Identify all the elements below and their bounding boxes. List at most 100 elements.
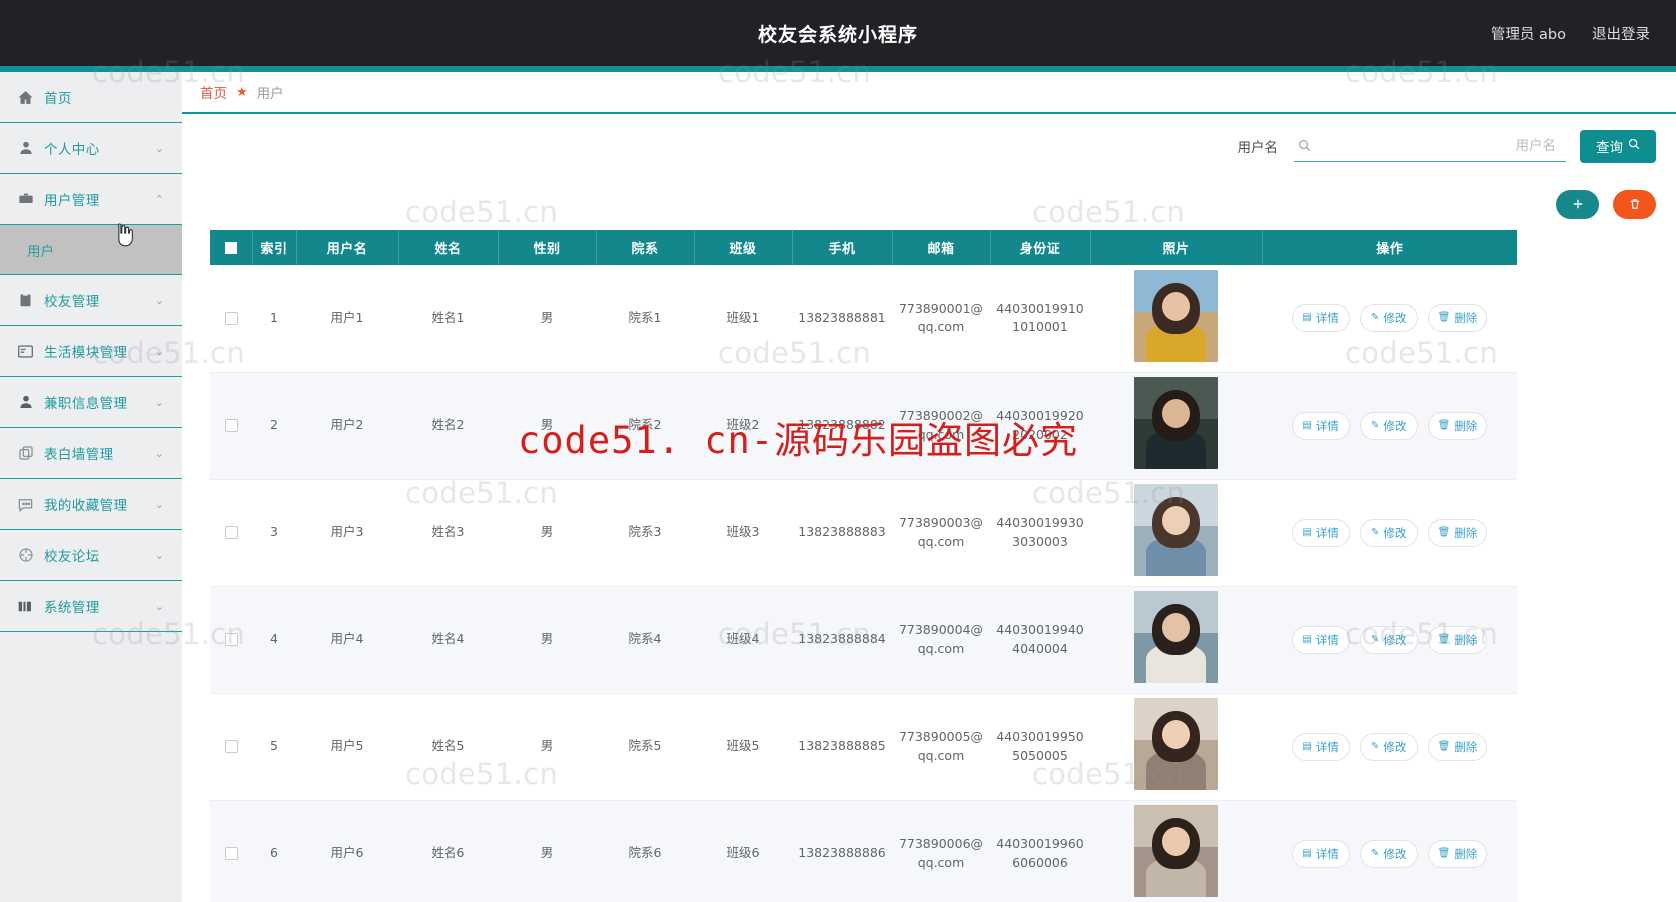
cell-gender: 男 <box>498 265 596 373</box>
edit-button[interactable]: ✎ 修改 <box>1359 304 1418 333</box>
sidebar-item-my-favorites-management[interactable]: 我的收藏管理 ⌄ <box>0 479 182 530</box>
user-photo <box>1134 697 1218 790</box>
search-icon <box>1298 139 1311 152</box>
row-checkbox[interactable] <box>224 526 238 540</box>
select-all-checkbox[interactable] <box>224 241 237 254</box>
comment-icon <box>16 495 35 514</box>
cell-phone: 13823888883 <box>792 479 892 587</box>
edit-button[interactable]: ✎ 修改 <box>1359 732 1418 761</box>
cell-class: 班级1 <box>694 265 792 373</box>
delete-button[interactable]: 🗑 删除 <box>1427 411 1488 440</box>
detail-button[interactable]: ▤ 详情 <box>1291 304 1350 333</box>
sidebar-item-life-module-management[interactable]: 生活模块管理 ⌄ <box>0 326 182 377</box>
row-checkbox[interactable] <box>224 312 238 326</box>
cell-operations: ▤ 详情 ✎ 修改 🗑 删除 <box>1262 372 1517 480</box>
sidebar-item-alumni-management[interactable]: 校友管理 ⌄ <box>0 275 182 326</box>
sidebar-item-alumni-forum[interactable]: 校友论坛 ⌄ <box>0 530 182 581</box>
sidebar-item-user-management[interactable]: 用户管理 ⌃ <box>0 174 182 225</box>
search-input[interactable] <box>1311 137 1566 154</box>
column-select-all[interactable] <box>210 230 253 265</box>
sidebar-item-personal-center[interactable]: 个人中心 ⌄ <box>0 123 182 174</box>
cell-select[interactable] <box>210 372 252 480</box>
search-icon <box>1628 138 1640 154</box>
cell-department: 院系6 <box>596 800 694 902</box>
cell-select[interactable] <box>210 693 252 801</box>
cell-name: 姓名4 <box>398 586 498 694</box>
delete-button[interactable]: 🗑 删除 <box>1427 304 1488 333</box>
cell-photo <box>1090 693 1262 801</box>
edit-button[interactable]: ✎ 修改 <box>1359 411 1418 440</box>
sidebar-item-label: 校友管理 <box>44 294 100 310</box>
teal-divider <box>0 66 1676 72</box>
sidebar-item-parttime-info-management[interactable]: 兼职信息管理 ⌄ <box>0 377 182 428</box>
cell-email: 773890006@qq.com <box>892 800 990 902</box>
row-checkbox[interactable] <box>224 419 238 433</box>
sidebar-item-label: 首页 <box>44 91 72 107</box>
cell-select[interactable] <box>210 479 252 587</box>
delete-button[interactable]: 🗑 删除 <box>1427 625 1488 654</box>
detail-button[interactable]: ▤ 详情 <box>1291 732 1350 761</box>
document-icon: ▤ <box>1302 633 1312 645</box>
cell-email: 773890001@qq.com <box>892 265 990 373</box>
cell-index: 2 <box>252 372 296 480</box>
cell-operations: ▤ 详情 ✎ 修改 🗑 删除 <box>1262 265 1517 373</box>
batch-delete-button[interactable] <box>1613 189 1656 219</box>
cell-index: 4 <box>252 586 296 694</box>
pencil-icon: ✎ <box>1370 526 1380 538</box>
cell-email: 773890004@qq.com <box>892 586 990 694</box>
cell-select[interactable] <box>210 265 252 373</box>
clipboard-icon <box>16 291 35 310</box>
detail-button[interactable]: ▤ 详情 <box>1291 625 1350 654</box>
sliders-icon <box>16 597 35 616</box>
row-checkbox[interactable] <box>224 740 238 754</box>
cell-username: 用户6 <box>296 800 398 902</box>
cell-operations: ▤ 详情 ✎ 修改 🗑 删除 <box>1262 693 1517 801</box>
pencil-icon: ✎ <box>1370 419 1380 431</box>
cell-idcard: 440300199404040004 <box>990 586 1090 694</box>
edit-button[interactable]: ✎ 修改 <box>1359 625 1418 654</box>
cell-index: 5 <box>252 693 296 801</box>
cell-username: 用户1 <box>296 265 398 373</box>
detail-button[interactable]: ▤ 详情 <box>1291 518 1350 547</box>
user-photo <box>1134 590 1218 683</box>
sidebar-subitem-users[interactable]: 用户 <box>0 225 182 275</box>
detail-button[interactable]: ▤ 详情 <box>1291 411 1350 440</box>
search-box[interactable] <box>1294 130 1566 162</box>
sidebar-item-system-management[interactable]: 系统管理 ⌄ <box>0 581 182 632</box>
compass-icon <box>16 546 35 565</box>
sidebar-item-home[interactable]: 首页 <box>0 72 182 123</box>
detail-button[interactable]: ▤ 详情 <box>1291 839 1350 868</box>
edit-button[interactable]: ✎ 修改 <box>1359 839 1418 868</box>
cell-select[interactable] <box>210 586 252 694</box>
cell-name: 姓名3 <box>398 479 498 587</box>
add-button[interactable] <box>1556 189 1599 219</box>
cell-name: 姓名6 <box>398 800 498 902</box>
cell-gender: 男 <box>498 372 596 480</box>
chevron-down-icon: ⌄ <box>154 446 164 460</box>
row-checkbox[interactable] <box>224 847 238 861</box>
cell-department: 院系5 <box>596 693 694 801</box>
envelope-icon <box>16 342 35 361</box>
edit-button[interactable]: ✎ 修改 <box>1359 518 1418 547</box>
delete-button[interactable]: 🗑 删除 <box>1427 518 1488 547</box>
cell-gender: 男 <box>498 479 596 587</box>
cell-username: 用户2 <box>296 372 398 480</box>
sidebar-item-confession-wall-management[interactable]: 表白墙管理 ⌄ <box>0 428 182 479</box>
query-button[interactable]: 查询 <box>1580 129 1656 163</box>
cell-index: 6 <box>252 800 296 902</box>
cell-class: 班级6 <box>694 800 792 902</box>
sidebar-subitem-label: 用户 <box>27 243 54 260</box>
delete-button[interactable]: 🗑 删除 <box>1427 839 1488 868</box>
trash-icon: 🗑 <box>1437 847 1451 859</box>
breadcrumb-home-link[interactable]: 首页 <box>200 82 227 102</box>
search-label: 用户名 <box>1237 140 1279 156</box>
users-table-body: 1 用户1 姓名1 男院系1 班级1 13823888881 773890001@qq.co… <box>210 265 1517 902</box>
cell-select[interactable] <box>210 800 252 902</box>
cell-index: 1 <box>252 265 296 373</box>
cell-phone: 13823888885 <box>792 693 892 801</box>
cell-phone: 13823888884 <box>792 586 892 694</box>
cell-name: 姓名2 <box>398 372 498 480</box>
delete-button[interactable]: 🗑 删除 <box>1427 732 1488 761</box>
row-checkbox[interactable] <box>224 633 238 647</box>
logout-button[interactable]: 退出登录 <box>1592 23 1650 44</box>
